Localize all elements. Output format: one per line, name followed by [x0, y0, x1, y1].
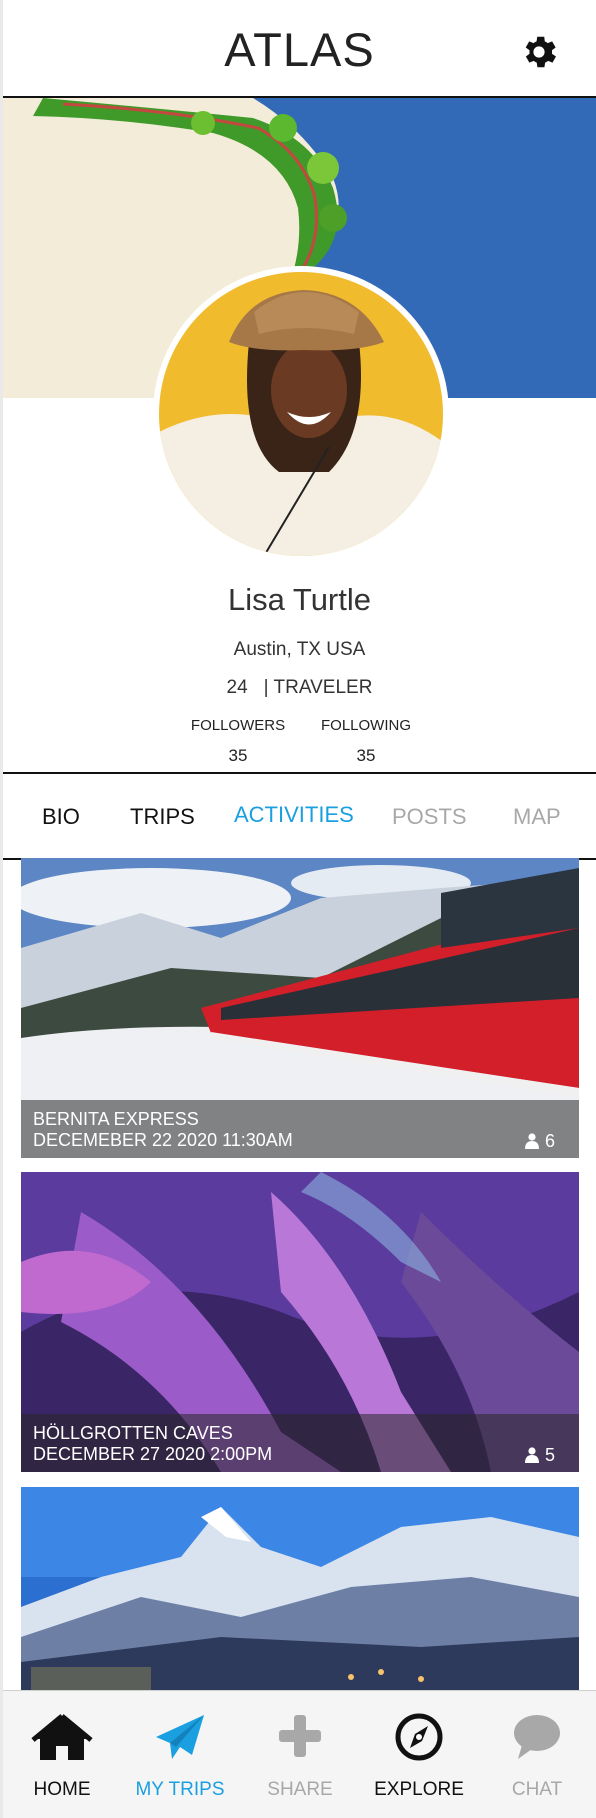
nav-share-label: SHARE	[267, 1779, 333, 1800]
nav-explore[interactable]: EXPLORE	[360, 1691, 478, 1818]
following-count: 35	[356, 746, 376, 765]
profile-role: | TRAVELER	[263, 677, 373, 698]
person-icon	[524, 1447, 539, 1463]
chat-bubble-icon	[514, 1715, 560, 1759]
nav-explore-label: EXPLORE	[374, 1779, 464, 1800]
participant-count: 5	[524, 1445, 555, 1466]
tab-trips[interactable]: TRIPS	[130, 804, 195, 830]
profile-avatar[interactable]	[153, 266, 449, 562]
activity-card[interactable]: BERNITA EXPRESS DECEMEBER 22 2020 11:30A…	[21, 858, 579, 1158]
following-label: FOLLOWING	[320, 717, 411, 734]
person-icon	[524, 1133, 539, 1149]
participant-count-value: 6	[544, 1131, 555, 1151]
tab-posts[interactable]: POSTS	[392, 804, 467, 830]
top-bar: ATLAS	[3, 0, 596, 98]
nav-home-label: HOME	[33, 1779, 91, 1800]
activity-caption: BERNITA EXPRESS DECEMEBER 22 2020 11:30A…	[21, 1100, 579, 1158]
mountain-photo	[21, 1487, 579, 1690]
following-stat[interactable]: FOLLOWING 35	[296, 717, 436, 766]
profile-age-role: 24 | TRAVELER	[3, 677, 596, 699]
nav-chat[interactable]: CHAT	[478, 1691, 596, 1818]
nav-my-trips-label: MY TRIPS	[135, 1779, 225, 1800]
tab-map[interactable]: MAP	[513, 804, 561, 830]
profile-tabs: BIO TRIPS ACTIVITIES POSTS MAP	[3, 772, 596, 860]
bottom-nav: HOME MY TRIPS SHARE EXPLORE CHAT	[3, 1690, 596, 1818]
tab-bio[interactable]: BIO	[42, 804, 80, 830]
nav-my-trips[interactable]: MY TRIPS	[121, 1691, 239, 1818]
tab-activities[interactable]: ACTIVITIES	[234, 802, 354, 828]
nav-share[interactable]: SHARE	[241, 1691, 359, 1818]
followers-stat[interactable]: FOLLOWERS 35	[168, 717, 308, 766]
plus-icon	[279, 1715, 321, 1757]
followers-label: FOLLOWERS	[190, 717, 286, 734]
paper-plane-icon	[156, 1715, 204, 1759]
nav-home[interactable]: HOME	[3, 1691, 121, 1818]
home-icon	[31, 1714, 93, 1760]
app-title: ATLAS	[224, 23, 375, 76]
nav-chat-label: CHAT	[511, 1779, 563, 1800]
activity-caption: HÖLLGROTTEN CAVES DECEMBER 27 2020 2:00P…	[21, 1414, 579, 1472]
activity-date: DECEMEBER 22 2020 11:30AM	[33, 1130, 293, 1150]
followers-count: 35	[228, 746, 248, 765]
activity-title: HÖLLGROTTEN CAVES	[33, 1423, 233, 1443]
participant-count: 6	[524, 1131, 555, 1152]
gear-icon[interactable]	[518, 31, 560, 73]
app-screen: ATLAS Lisa Turtle Austin, TX USA 24 | TR…	[3, 0, 596, 1818]
participant-count-value: 5	[544, 1445, 555, 1465]
activity-date: DECEMBER 27 2020 2:00PM	[33, 1444, 273, 1464]
compass-icon	[395, 1713, 443, 1761]
activity-card[interactable]: HÖLLGROTTEN CAVES DECEMBER 27 2020 2:00P…	[21, 1172, 579, 1472]
profile-name: Lisa Turtle	[227, 582, 371, 617]
activity-card[interactable]	[21, 1487, 579, 1690]
profile-location: Austin, TX USA	[233, 639, 366, 660]
profile-age: 24	[226, 677, 248, 698]
activity-title: BERNITA EXPRESS	[33, 1109, 199, 1129]
